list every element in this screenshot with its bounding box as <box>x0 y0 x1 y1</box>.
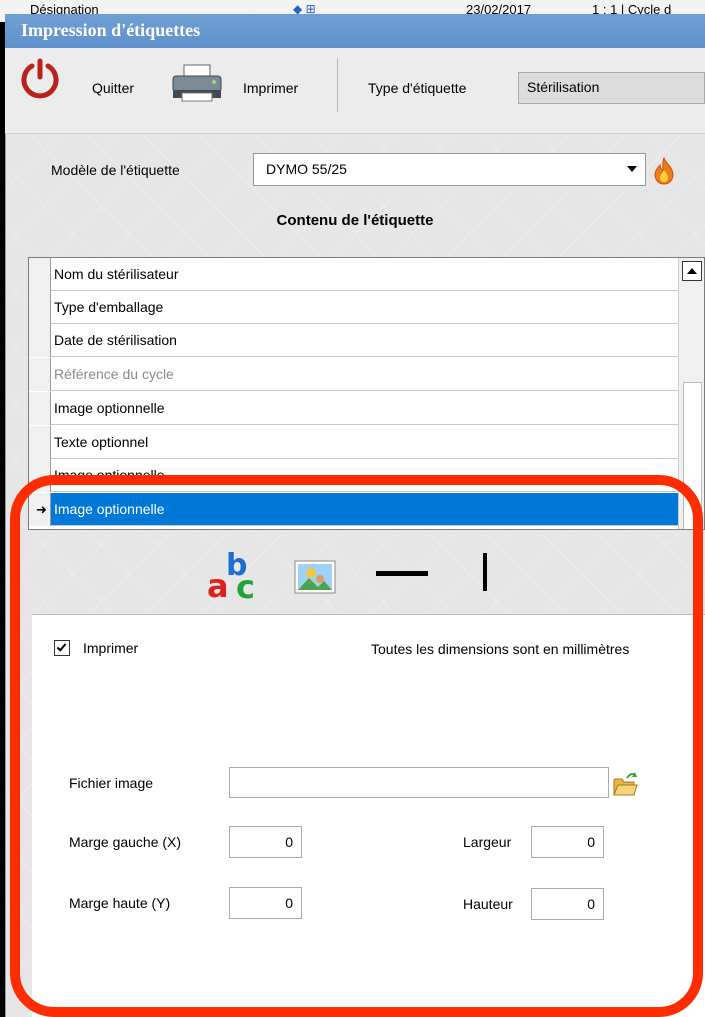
row-header[interactable] <box>29 392 51 425</box>
list-item-label: Texte optionnel <box>54 434 149 450</box>
height-input[interactable]: 0 <box>531 888 604 920</box>
flame-icon[interactable] <box>651 157 677 185</box>
scroll-thumb[interactable] <box>683 382 702 529</box>
print-checkbox-label: Imprimer <box>83 640 139 656</box>
open-folder-icon[interactable] <box>612 770 638 798</box>
printer-icon <box>172 64 222 102</box>
list-item-label: Type d'emballage <box>54 299 164 315</box>
margin-left-label: Marge gauche (X) <box>69 834 182 850</box>
width-input[interactable]: 0 <box>531 826 604 858</box>
margin-top-label: Marge haute (Y) <box>69 895 171 911</box>
row-header[interactable] <box>29 258 51 291</box>
list-item[interactable]: Texte optionnel <box>29 426 678 459</box>
element-properties-panel <box>32 614 705 1017</box>
print-label: Imprimer <box>243 80 299 96</box>
print-checkbox[interactable] <box>54 640 70 656</box>
margin-top-input[interactable]: 0 <box>229 887 302 919</box>
list-item[interactable]: Référence du cycle <box>29 358 678 391</box>
list-item-selected[interactable]: ➜ Image optionnelle <box>29 493 678 526</box>
list-item[interactable]: Date de stérilisation <box>29 324 678 357</box>
model-label: Modèle de l'étiquette <box>51 162 180 178</box>
text-tool-icon[interactable]: a b c <box>207 548 265 600</box>
dimensions-note: Toutes les dimensions sont en millimètre… <box>371 641 630 657</box>
content-section-title: Contenu de l'étiquette <box>276 212 434 229</box>
list-item-label: Nom du stérilisateur <box>54 266 179 282</box>
horizontal-line-icon[interactable] <box>376 571 428 576</box>
vertical-scrollbar[interactable] <box>678 258 704 529</box>
current-row-arrow-icon: ➜ <box>36 502 47 517</box>
width-label: Largeur <box>463 834 512 850</box>
image-file-label: Fichier image <box>69 775 154 791</box>
model-select-value: DYMO 55/25 <box>266 161 347 177</box>
height-label: Hauteur <box>463 896 513 912</box>
quit-button[interactable]: Quitter <box>19 57 139 101</box>
list-item-label: Image optionnelle <box>54 467 165 483</box>
list-item-label: Image optionnelle <box>54 400 165 416</box>
list-item-label: Référence du cycle <box>54 366 174 382</box>
list-item[interactable]: Nom du stérilisateur <box>29 258 678 291</box>
margin-left-input[interactable]: 0 <box>229 826 302 858</box>
vertical-line-icon[interactable] <box>483 553 487 591</box>
power-icon <box>21 58 59 99</box>
scroll-up-button[interactable] <box>682 261 702 281</box>
check-icon <box>56 641 67 652</box>
row-header[interactable]: ➜ <box>29 493 51 526</box>
image-tool-icon[interactable] <box>291 557 339 597</box>
model-select[interactable]: DYMO 55/25 <box>253 153 646 186</box>
dialog-title: Impression d'étiquettes <box>5 14 705 48</box>
row-header[interactable] <box>29 291 51 324</box>
chevron-down-icon <box>627 166 637 172</box>
image-file-input[interactable] <box>229 767 609 798</box>
label-type-label: Type d'étiquette <box>368 80 467 96</box>
row-header[interactable] <box>29 426 51 459</box>
label-content-list[interactable]: Nom du stérilisateur Type d'emballage Da… <box>28 257 705 530</box>
toolbar-separator <box>337 58 338 112</box>
print-button[interactable]: Imprimer <box>170 60 320 104</box>
list-item-label: Image optionnelle <box>54 501 165 517</box>
svg-text:c: c <box>236 568 255 600</box>
quit-label: Quitter <box>92 80 135 96</box>
list-item[interactable]: Image optionnelle <box>29 459 678 492</box>
row-header[interactable] <box>29 358 51 391</box>
list-item[interactable]: Type d'emballage <box>29 291 678 324</box>
label-type-field[interactable]: Stérilisation <box>518 72 705 104</box>
chevron-up-icon <box>687 268 697 274</box>
list-item[interactable]: Image optionnelle <box>29 392 678 425</box>
row-header[interactable] <box>29 324 51 357</box>
row-header[interactable] <box>29 459 51 492</box>
list-item-label: Date de stérilisation <box>54 332 177 348</box>
